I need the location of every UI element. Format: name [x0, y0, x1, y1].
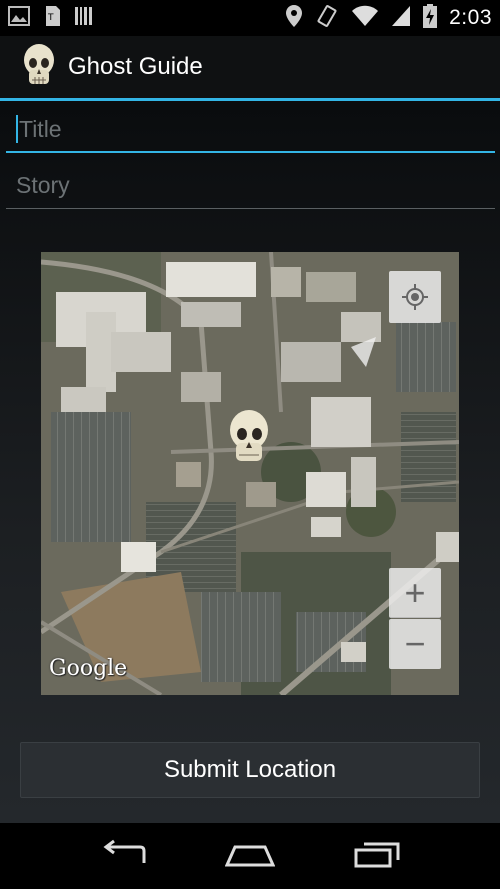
- status-bar: T 2:03: [0, 0, 500, 36]
- svg-text:T: T: [47, 13, 54, 23]
- google-attribution: Google: [49, 656, 128, 681]
- main-content: Title Story + − Google Submit Location: [0, 101, 500, 823]
- map-view[interactable]: + − Google: [41, 252, 459, 695]
- title-placeholder: Title: [19, 115, 62, 142]
- story-input[interactable]: Story: [6, 163, 495, 209]
- zoom-in-button[interactable]: +: [389, 568, 441, 618]
- image-icon: [8, 5, 30, 31]
- battery-charging-icon: [423, 3, 438, 33]
- submit-location-button[interactable]: Submit Location: [20, 742, 480, 798]
- wifi-icon: [351, 5, 379, 32]
- signal-icon: [391, 5, 411, 32]
- zoom-out-button[interactable]: −: [389, 619, 441, 669]
- barcode-icon: [74, 5, 94, 32]
- recent-apps-icon[interactable]: [352, 840, 402, 873]
- status-time: 2:03: [449, 6, 492, 29]
- sim-card-icon: T: [42, 4, 62, 33]
- skull-icon: [20, 42, 58, 92]
- story-placeholder: Story: [16, 172, 70, 198]
- action-bar: Ghost Guide: [0, 36, 500, 98]
- title-input[interactable]: Title: [6, 107, 495, 153]
- home-icon[interactable]: [224, 841, 276, 872]
- text-cursor: [16, 115, 18, 143]
- navigation-bar: [0, 823, 500, 889]
- vibrate-icon: [315, 4, 339, 33]
- my-location-icon: [401, 283, 429, 311]
- my-location-button[interactable]: [389, 271, 441, 323]
- location-pin-icon: [285, 4, 303, 33]
- app-title: Ghost Guide: [68, 53, 203, 80]
- back-icon[interactable]: [98, 839, 148, 874]
